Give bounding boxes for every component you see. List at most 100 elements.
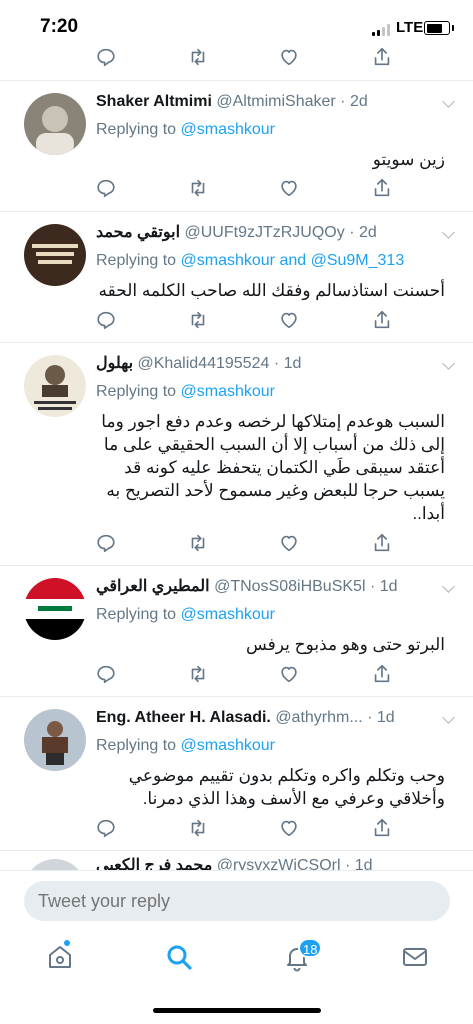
reply-icon[interactable]: [95, 532, 121, 558]
tweet-header: بهلول @Khalid44195524 · 1d: [96, 355, 302, 372]
retweet-icon[interactable]: [187, 46, 213, 72]
replying-to: Replying to @smashkour: [96, 736, 445, 756]
network-type: LTE: [396, 19, 424, 36]
replying-to-link[interactable]: @smashkour: [181, 606, 276, 623]
retweet-icon[interactable]: [187, 177, 213, 203]
battery-icon: [424, 21, 454, 35]
reply-icon[interactable]: [95, 177, 121, 203]
reply-icon[interactable]: [95, 663, 121, 689]
reply-icon[interactable]: [95, 309, 121, 335]
share-icon[interactable]: [371, 46, 397, 72]
search-icon[interactable]: [164, 942, 194, 972]
tweet-actions: [95, 663, 395, 689]
home-icon[interactable]: [45, 942, 75, 972]
reply-tweet[interactable]: Shaker Altmimi @AltmimiShaker · 2d Reply…: [0, 81, 473, 212]
reply-tweet[interactable]: ابوتقي محمد @UUFt9zJTzRJUQOy · 2d Replyi…: [0, 212, 473, 343]
avatar[interactable]: [24, 578, 86, 640]
replying-label: Replying to: [96, 606, 177, 623]
like-icon[interactable]: [278, 46, 304, 72]
tweet-header: المطيري العراقي @TNosS08iHBuSK5l · 1d: [96, 578, 398, 595]
author-handle[interactable]: @TNosS08iHBuSK5l: [214, 578, 365, 595]
cellular-signal-icon: [372, 24, 390, 36]
replying-to-link[interactable]: @smashkour: [181, 737, 276, 754]
tweet-header: Shaker Altmimi @AltmimiShaker · 2d: [96, 93, 368, 110]
tweet-actions: [95, 532, 395, 558]
retweet-icon[interactable]: [187, 309, 213, 335]
tweet-content: Eng. Atheer H. Alasadi. @athyrhm... · 1d…: [96, 707, 445, 810]
tweet-time: 1d: [376, 709, 395, 726]
like-icon[interactable]: [278, 309, 304, 335]
reply-tweet[interactable]: Eng. Atheer H. Alasadi. @athyrhm... · 1d…: [0, 697, 473, 851]
tweet-text: وحب وتكلم واكره وتكلم بدون تقييم موضوعي …: [128, 766, 445, 808]
author-handle[interactable]: @AltmimiShaker: [216, 93, 335, 110]
replying-label: Replying to: [96, 252, 177, 269]
tweet-actions: [95, 177, 395, 203]
tweet-text: السبب هوعدم إمتلاكها لرخصه وعدم دفع اجور…: [101, 412, 445, 523]
bottom-tab-bar: [0, 932, 473, 992]
author-name[interactable]: ابوتقي محمد: [96, 224, 180, 241]
replying-to: Replying to @smashkour: [96, 605, 445, 625]
reply-icon[interactable]: [95, 46, 121, 72]
tweet-header: ابوتقي محمد @UUFt9zJTzRJUQOy · 2d: [96, 224, 377, 241]
tweet-header: Eng. Atheer H. Alasadi. @athyrhm... · 1d: [96, 709, 395, 726]
avatar[interactable]: [24, 709, 86, 771]
share-icon[interactable]: [371, 177, 397, 203]
tweet-actions: [95, 817, 395, 843]
tweet-text: زين سويتو: [372, 150, 445, 169]
like-icon[interactable]: [278, 177, 304, 203]
reply-compose-bar: [0, 870, 473, 931]
replying-label: Replying to: [96, 383, 177, 400]
tweet-content: المطيري العراقي @TNosS08iHBuSK5l · 1d Re…: [96, 576, 445, 656]
replying-to: Replying to @smashkour and @Su9M_313: [96, 251, 445, 271]
share-icon[interactable]: [371, 532, 397, 558]
replying-label: Replying to: [96, 121, 177, 138]
reply-icon[interactable]: [95, 817, 121, 843]
author-name[interactable]: Eng. Atheer H. Alasadi.: [96, 709, 271, 726]
share-icon[interactable]: [371, 309, 397, 335]
author-handle[interactable]: @Khalid44195524: [137, 355, 269, 372]
replying-to-link[interactable]: @smashkour: [181, 383, 276, 400]
notifications-badge: 18: [298, 938, 323, 958]
reply-tweet[interactable]: بهلول @Khalid44195524 · 1d Replying to @…: [0, 343, 473, 566]
tweet-content: ابوتقي محمد @UUFt9zJTzRJUQOy · 2d Replyi…: [96, 222, 445, 302]
reply-input[interactable]: [24, 881, 450, 921]
tweet-content: بهلول @Khalid44195524 · 1d Replying to @…: [96, 353, 445, 525]
status-time: 7:20: [40, 16, 79, 37]
tweet-actions: [95, 309, 395, 335]
partial-tweet-actions: [95, 46, 395, 72]
tweet-time: 2d: [349, 93, 368, 110]
retweet-icon[interactable]: [187, 663, 213, 689]
replying-label: Replying to: [96, 737, 177, 754]
like-icon[interactable]: [278, 532, 304, 558]
author-name[interactable]: المطيري العراقي: [96, 578, 210, 595]
tweet-time: 1d: [379, 578, 398, 595]
retweet-icon[interactable]: [187, 532, 213, 558]
tweet-text: أحسنت استاذسالم وفقك الله صاحب الكلمه ال…: [98, 281, 446, 300]
avatar[interactable]: [24, 93, 86, 155]
tweet-time: 2d: [358, 224, 377, 241]
replying-to: Replying to @smashkour: [96, 120, 445, 140]
like-icon[interactable]: [278, 817, 304, 843]
author-name[interactable]: بهلول: [96, 355, 133, 372]
replies-feed: Shaker Altmimi @AltmimiShaker · 2d Reply…: [0, 80, 473, 891]
reply-tweet[interactable]: المطيري العراقي @TNosS08iHBuSK5l · 1d Re…: [0, 566, 473, 697]
messages-mail-icon[interactable]: [400, 942, 430, 972]
replying-to: Replying to @smashkour: [96, 382, 445, 402]
status-bar: 7:20 LTE: [0, 0, 473, 50]
replying-to-link[interactable]: @smashkour and @Su9M_313: [181, 252, 405, 269]
tweet-time: 1d: [283, 355, 302, 372]
tweet-text: البرتو حتى وهو مذبوح يرفس: [245, 635, 445, 654]
home-new-content-dot: [64, 940, 70, 946]
avatar[interactable]: [24, 224, 86, 286]
share-icon[interactable]: [371, 663, 397, 689]
like-icon[interactable]: [278, 663, 304, 689]
home-indicator: [153, 1008, 321, 1013]
avatar[interactable]: [24, 355, 86, 417]
replying-to-link[interactable]: @smashkour: [181, 121, 276, 138]
author-name[interactable]: Shaker Altmimi: [96, 93, 212, 110]
retweet-icon[interactable]: [187, 817, 213, 843]
author-handle[interactable]: @athyrhm...: [275, 709, 362, 726]
author-handle[interactable]: @UUFt9zJTzRJUQOy: [185, 224, 345, 241]
share-icon[interactable]: [371, 817, 397, 843]
tweet-content: Shaker Altmimi @AltmimiShaker · 2d Reply…: [96, 91, 445, 171]
